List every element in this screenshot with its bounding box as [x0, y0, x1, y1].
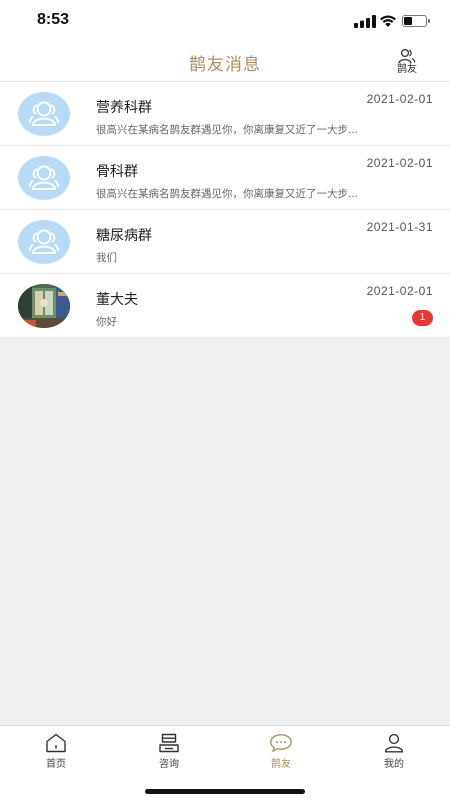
group-avatar-icon — [18, 92, 70, 136]
tab-friends-label: 鹊友 — [271, 759, 291, 770]
conversation-preview: 很高兴在某病名鹊友群遇见你，你离康复又近了一大步... — [96, 124, 359, 136]
conversation-time: 2021-01-31 — [366, 220, 433, 234]
person-icon — [384, 733, 404, 753]
home-indicator — [145, 789, 305, 794]
group-avatar-icon — [18, 156, 70, 200]
conversation-preview: 你好 — [96, 316, 117, 328]
tab-profile[interactable]: 我的 — [364, 733, 424, 770]
tab-consult[interactable]: 咨询 — [139, 733, 199, 770]
conversation-name: 营养科群 — [96, 100, 152, 116]
conversation-list: 营养科群 很高兴在某病名鹊友群遇见你，你离康复又近了一大步... 2021-02… — [0, 82, 450, 337]
consult-icon — [159, 733, 179, 753]
tab-friends[interactable]: 鹊友 — [251, 733, 311, 770]
battery-level — [404, 17, 412, 25]
home-icon — [46, 733, 66, 753]
chat-bubble-icon — [270, 734, 292, 752]
conversation-item[interactable]: 糖尿病群 我们 2021-01-31 — [0, 210, 450, 274]
conversation-name: 糖尿病群 — [96, 228, 152, 244]
conversation-item[interactable]: 董大夫 你好 2021-02-01 1 — [0, 274, 450, 337]
user-photo-avatar — [18, 284, 70, 328]
conversation-preview: 我们 — [96, 252, 117, 264]
cellular-signal-icon — [354, 15, 376, 28]
tab-home[interactable]: 首页 — [26, 733, 86, 770]
friends-button[interactable]: 鹊友 — [388, 48, 426, 80]
page-header: 鹊友消息 鹊友 — [0, 44, 450, 82]
status-bar: 8:53 — [0, 0, 450, 44]
friends-button-label: 鹊友 — [397, 64, 417, 75]
conversation-item[interactable]: 营养科群 很高兴在某病名鹊友群遇见你，你离康复又近了一大步... 2021-02… — [0, 82, 450, 146]
conversation-preview: 很高兴在某病名鹊友群遇见你，你离康复又近了一大步... — [96, 188, 359, 200]
status-time: 8:53 — [37, 11, 70, 28]
battery-icon — [402, 15, 427, 27]
tab-home-label: 首页 — [46, 759, 66, 770]
conversation-name: 骨科群 — [96, 164, 138, 180]
friends-icon — [398, 48, 416, 64]
tab-profile-label: 我的 — [384, 759, 404, 770]
group-avatar-icon — [18, 220, 70, 264]
unread-badge: 1 — [412, 310, 433, 326]
conversation-time: 2021-02-01 — [366, 284, 433, 298]
battery-cap — [428, 19, 430, 23]
conversation-name: 董大夫 — [96, 292, 138, 308]
wifi-icon — [380, 15, 396, 27]
conversation-item[interactable]: 骨科群 很高兴在某病名鹊友群遇见你，你离康复又近了一大步... 2021-02-… — [0, 146, 450, 210]
tab-consult-label: 咨询 — [159, 759, 179, 770]
conversation-time: 2021-02-01 — [366, 156, 433, 170]
conversation-time: 2021-02-01 — [366, 92, 433, 106]
page-title: 鹊友消息 — [189, 55, 261, 75]
